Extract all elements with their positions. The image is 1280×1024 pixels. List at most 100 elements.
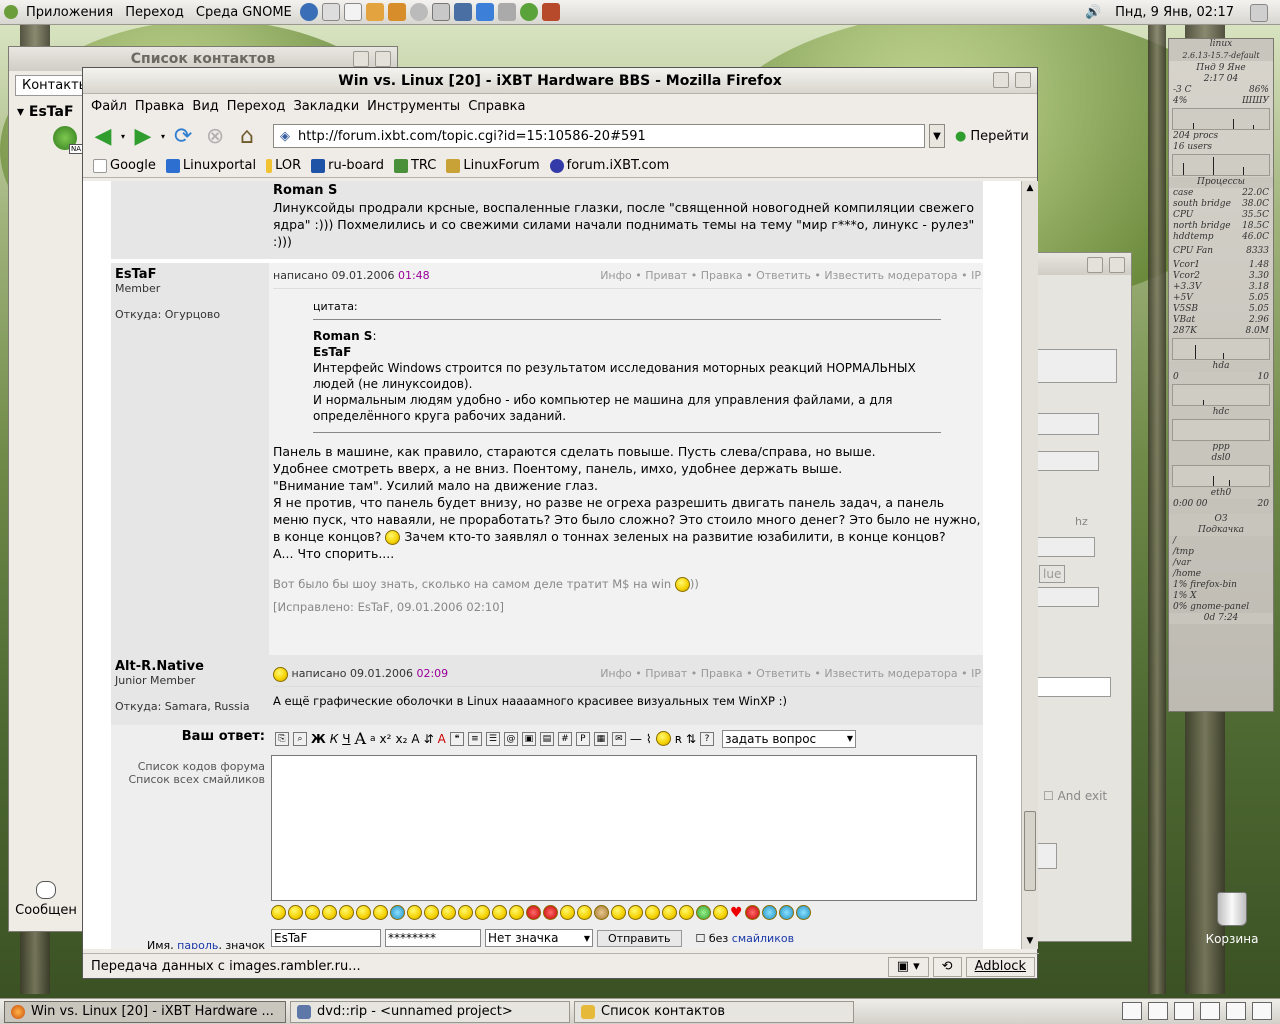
task-firefox[interactable]: Win vs. Linux [20] - iXBT Hardware ...	[4, 1000, 286, 1023]
smileys-link[interactable]: Список всех смайликов	[115, 773, 265, 786]
preview-icon[interactable]: ⌕	[293, 731, 307, 746]
forward-icon[interactable]: ▶	[129, 122, 157, 150]
message-textarea[interactable]	[271, 755, 977, 901]
workspace-6[interactable]	[1252, 1002, 1272, 1020]
monitor-icon[interactable]	[453, 3, 472, 21]
url-dropdown-icon[interactable]: ▼	[929, 124, 946, 148]
back-icon[interactable]: ◀	[89, 122, 117, 150]
superscript-icon[interactable]: x²	[380, 732, 392, 746]
email-icon[interactable]: ✉	[611, 731, 626, 746]
places-menu[interactable]: Переход	[119, 5, 190, 20]
code-icon[interactable]: #	[557, 731, 572, 746]
document-icon[interactable]	[343, 3, 362, 21]
paste-icon[interactable]: ⎘	[275, 731, 289, 746]
smiley-icon[interactable]	[288, 905, 303, 920]
volume-icon[interactable]: 🔊	[1085, 5, 1101, 20]
smiley-icon[interactable]	[795, 905, 811, 920]
vertical-scrollbar[interactable]: ▲ ▼	[1021, 181, 1038, 949]
workspace-3[interactable]	[1174, 1002, 1194, 1020]
smiley-icon[interactable]	[628, 905, 643, 920]
home-icon[interactable]: ⌂	[233, 122, 261, 150]
globe-icon[interactable]	[299, 3, 318, 21]
close-button[interactable]	[1015, 72, 1031, 88]
bg-window-titlebar[interactable]	[1037, 253, 1131, 275]
smiley-icon[interactable]	[475, 905, 490, 920]
menu-go[interactable]: Переход	[225, 99, 292, 114]
firefox-titlebar[interactable]: Win vs. Linux [20] - iXBT Hardware BBS -…	[83, 68, 1037, 94]
align-icon[interactable]: ⇵	[424, 732, 434, 746]
bookmark-google[interactable]: Google	[93, 158, 156, 173]
minimize-button[interactable]	[1087, 257, 1103, 273]
no-smileys-checkbox[interactable]: ☐ без смайликов	[696, 932, 795, 945]
bullet-list-icon[interactable]: ☰	[485, 731, 500, 746]
post-author[interactable]: EsTaF	[115, 267, 265, 282]
bg-combo[interactable]	[1037, 451, 1099, 471]
codes-link[interactable]: Список кодов форума	[115, 760, 265, 773]
workspace-4[interactable]	[1200, 1002, 1220, 1020]
subscript-icon[interactable]: x₂	[395, 732, 407, 746]
smiley-icon[interactable]	[761, 905, 777, 920]
send-message-button[interactable]: Сообщен	[9, 881, 83, 918]
windows-icon[interactable]	[431, 3, 450, 21]
post-actions[interactable]: Инфо • Приват • Правка • Ответить • Изве…	[600, 665, 981, 682]
image-icon[interactable]: ▣	[521, 731, 536, 746]
workspace-5[interactable]	[1226, 1002, 1246, 1020]
clock[interactable]: Пнд, 9 Янв, 02:17	[1115, 5, 1234, 20]
forward-dropdown-icon[interactable]: ▾	[161, 132, 165, 141]
close-button[interactable]	[1109, 257, 1125, 273]
stop-icon[interactable]: ⊗	[201, 122, 229, 150]
bg-combo[interactable]	[1037, 413, 1099, 435]
and-exit-checkbox[interactable]: ☐ And exit	[1043, 789, 1107, 803]
name-input[interactable]: EsTaF	[271, 929, 381, 947]
link-icon[interactable]: @	[503, 731, 518, 746]
heart-icon[interactable]: ♥	[730, 905, 743, 921]
smiley-icon[interactable]	[305, 905, 320, 920]
search-icon[interactable]	[409, 3, 428, 21]
popup-icon[interactable]: ⟲	[932, 956, 962, 977]
post-author[interactable]: Alt-R.Native	[115, 659, 265, 674]
smiley-icon[interactable]	[441, 905, 456, 920]
quote-icon[interactable]: ❝	[449, 731, 464, 746]
smiley-icon[interactable]	[679, 905, 694, 920]
color-icon[interactable]: A	[438, 732, 446, 746]
smiley-icon[interactable]	[744, 905, 760, 920]
mail-icon[interactable]	[321, 3, 340, 21]
reload-icon[interactable]: ⟳	[169, 122, 197, 150]
smiley-icon[interactable]	[645, 905, 660, 920]
adblock-button[interactable]: Adblock	[965, 956, 1035, 977]
workspace-switcher[interactable]	[1122, 1002, 1272, 1020]
attach-icon[interactable]: ⌇	[646, 732, 652, 746]
ordered-list-icon[interactable]: ≡	[467, 731, 482, 746]
post-actions[interactable]: Инфо • Приват • Правка • Ответить • Изве…	[600, 267, 981, 284]
smiley-icon[interactable]	[322, 905, 337, 920]
minimize-button[interactable]	[993, 72, 1009, 88]
font-size-icon[interactable]: A	[354, 729, 366, 748]
bg-combo[interactable]	[1037, 587, 1099, 607]
menu-view[interactable]: Вид	[190, 99, 224, 114]
password-input[interactable]: ********	[385, 929, 481, 947]
bg-button[interactable]	[1037, 843, 1057, 869]
menu-edit[interactable]: Правка	[133, 99, 190, 114]
workspace-1[interactable]	[1122, 1002, 1142, 1020]
security-icon[interactable]: ▣ ▾	[887, 956, 929, 977]
smiley-icon[interactable]	[696, 905, 711, 920]
bookmark-ixbt[interactable]: forum.iXBT.com	[549, 158, 669, 173]
smiley-icon[interactable]	[271, 905, 286, 920]
smiley-icon[interactable]	[424, 905, 439, 920]
scroll-down-icon[interactable]: ▼	[1022, 934, 1038, 949]
password-link[interactable]: пароль	[177, 939, 218, 949]
scroll-thumb[interactable]	[1024, 811, 1036, 891]
menu-tools[interactable]: Инструменты	[365, 99, 466, 114]
smiley-icon[interactable]	[356, 905, 371, 920]
italic-icon[interactable]: К	[330, 732, 339, 746]
app-icon[interactable]	[519, 3, 538, 21]
task-contacts[interactable]: Список контактов	[574, 1000, 854, 1023]
icon-select[interactable]: Нет значка ▼	[485, 929, 593, 947]
smiley-icon[interactable]	[543, 905, 558, 920]
task-dvdrip[interactable]: dvd::rip - <unnamed project>	[290, 1000, 570, 1023]
smiley-icon[interactable]	[778, 905, 794, 920]
bold-icon[interactable]: Ж	[311, 732, 326, 746]
font-icon[interactable]: A	[411, 732, 419, 746]
table-icon[interactable]: ▦	[593, 731, 608, 746]
minimize-button[interactable]	[353, 51, 369, 67]
